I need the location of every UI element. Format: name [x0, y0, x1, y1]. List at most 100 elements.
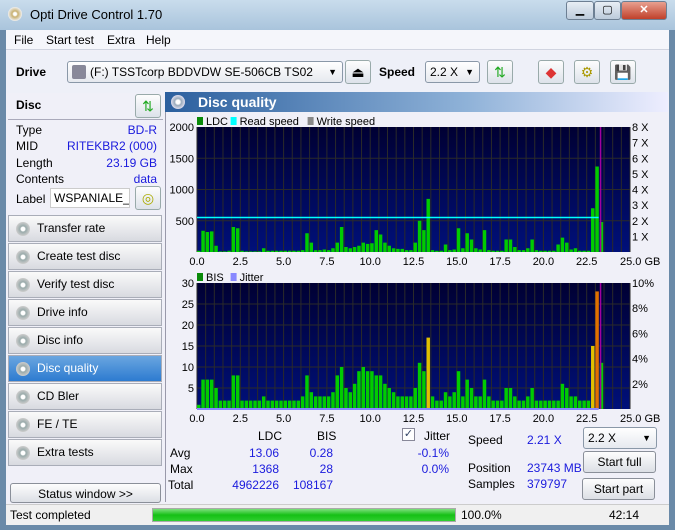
ldc-bar [309, 242, 314, 252]
ldc-bar [482, 230, 487, 252]
settings-icon[interactable]: ⚙ [574, 60, 600, 84]
test-speed-select[interactable]: 2.2 X ▼ [583, 427, 657, 449]
bis-bar [257, 400, 262, 409]
bis-bar [560, 383, 565, 409]
ldc-bar [331, 248, 335, 252]
x-tick-label: 17.5 [489, 256, 510, 268]
disc-icon [16, 306, 30, 320]
ldc-bar [578, 250, 582, 252]
x-tick-label: 12.5 [403, 256, 424, 268]
ldc-bar [500, 250, 504, 252]
ldc-bar [591, 208, 595, 252]
ldc-bar [530, 239, 534, 252]
bis-bar [274, 400, 279, 409]
drive-label: Drive [16, 65, 47, 79]
jitter-checkbox[interactable]: ✓ [402, 428, 415, 441]
bis-bar [439, 400, 443, 409]
bis-bar [461, 396, 465, 409]
ldc-bar [439, 250, 443, 252]
speed-select[interactable]: 2.2 X ▼ [425, 61, 480, 83]
eject-button[interactable]: ⏏ [345, 60, 371, 84]
disc-icon[interactable]: ◎ [135, 186, 161, 210]
ldc-bar [253, 251, 257, 252]
x-tick-label: 15.0 [446, 256, 467, 268]
y-tick-label: 1500 [170, 153, 194, 165]
minimize-button[interactable]: ▁ [566, 1, 594, 20]
bis-bar [573, 396, 578, 409]
bis-bar [504, 388, 508, 409]
bis-bar [248, 400, 253, 409]
disc-icon [16, 334, 30, 348]
ldc-bar [400, 248, 404, 252]
ldc-bar [435, 250, 439, 252]
bis-bar [409, 396, 413, 409]
y2-tick-label: 10% [632, 278, 654, 290]
elapsed-time: 42:14 [609, 508, 640, 522]
panel-title: Disc quality [198, 94, 277, 110]
sidebar-item-verify-test-disc[interactable]: Verify test disc [8, 271, 162, 298]
y2-tick-label: 3 X [632, 200, 649, 212]
ldc-bar [383, 242, 387, 252]
menu-file[interactable]: File [14, 33, 33, 47]
ldc-bar [569, 249, 573, 252]
ldc-bar [197, 250, 201, 252]
bis-bar [508, 388, 513, 409]
start-full-button[interactable]: Start full [583, 451, 656, 473]
speed-value: 2.21 X [527, 433, 562, 447]
ldc-bar [413, 242, 417, 252]
drive-select-value: (F:) TSSTcorp BDDVDW SE-506CB TS02 [90, 65, 313, 79]
bis-bar [227, 400, 231, 409]
ldc-bar [521, 250, 526, 252]
ldc-bar [469, 239, 474, 252]
y2-tick-label: 2 X [632, 216, 649, 228]
menu-help[interactable]: Help [146, 33, 171, 47]
ldc-bar [322, 249, 327, 252]
sidebar-item-extra-tests[interactable]: Extra tests [8, 439, 162, 466]
menu-start-test[interactable]: Start test [46, 33, 94, 47]
disc-header: Disc [16, 98, 42, 112]
bis-bar [240, 400, 244, 409]
close-button[interactable]: ✕ [621, 1, 667, 20]
sidebar-item-fe-te[interactable]: FE / TE [8, 411, 162, 438]
maximize-button[interactable]: ▢ [594, 1, 621, 20]
sidebar-item-label: Create test disc [37, 249, 121, 263]
refresh-button[interactable]: ⇅ [487, 60, 513, 84]
disc-refresh-button[interactable]: ⇅ [135, 94, 161, 118]
save-icon[interactable]: 💾 [610, 60, 636, 84]
sidebar-item-label: CD Bler [37, 389, 80, 403]
bis-bar [322, 396, 327, 409]
drive-select[interactable]: (F:) TSSTcorp BDDVDW SE-506CB TS02 ▼ [67, 61, 343, 83]
sidebar-item-cd-bler[interactable]: CD Bler [8, 383, 162, 410]
bis-col-header: BIS [317, 429, 337, 443]
status-window-button[interactable]: Status window >> [10, 483, 161, 503]
bis-bar [517, 400, 521, 409]
ldc-bar [430, 250, 435, 252]
bis-bar [586, 400, 591, 409]
bis-bar [469, 388, 474, 409]
menu-extra[interactable]: Extra [107, 33, 135, 47]
bis-bar [374, 375, 378, 409]
contents-label: Contents [16, 172, 65, 186]
bis-bar [205, 379, 210, 409]
disc-icon [16, 362, 30, 376]
ldc-bar [335, 242, 340, 252]
progress-text: 100.0% [461, 508, 502, 522]
sidebar-item-disc-quality[interactable]: Disc quality [8, 355, 162, 382]
sidebar-item-create-test-disc[interactable]: Create test disc [8, 243, 162, 270]
bis-bar [235, 375, 240, 409]
erase-icon[interactable]: ◆ [538, 60, 564, 84]
bis-bar [530, 388, 534, 409]
x-tick-label: 22.5 [576, 256, 597, 268]
ldc-bar [339, 227, 344, 252]
x-tick-label: 0.0 [189, 256, 204, 268]
ldc-bar [552, 250, 556, 252]
sidebar-item-disc-info[interactable]: Disc info [8, 327, 162, 354]
sidebar-item-drive-info[interactable]: Drive info [8, 299, 162, 326]
sidebar-item-transfer-rate[interactable]: Transfer rate [8, 215, 162, 242]
bis-bar [430, 396, 435, 409]
bis-bar [591, 346, 595, 409]
start-part-button[interactable]: Start part [582, 478, 655, 500]
bis-bar [456, 371, 461, 409]
label-input[interactable]: WSPANIALE_ST [50, 188, 130, 208]
bis-bar [404, 396, 409, 409]
